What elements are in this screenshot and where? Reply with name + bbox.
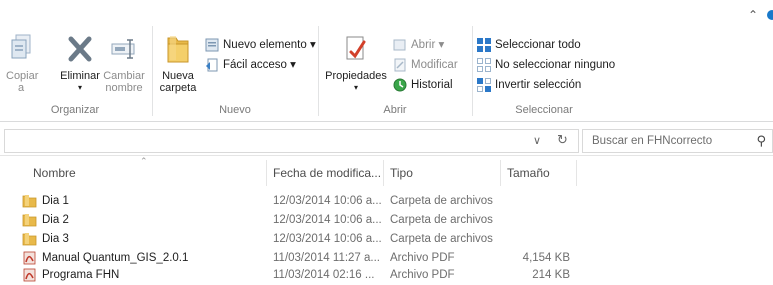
copy-to-icon [6,32,38,66]
group-nuevo: Nueva carpeta Nuevo elemento ▾ Fácil acc… [154,22,316,118]
pdf-icon [22,268,37,282]
open-button[interactable]: Abrir ▾ [392,36,444,54]
column-header-type[interactable]: Tipo [390,160,501,186]
file-date: 12/03/2014 10:06 a... [273,214,382,226]
delete-button[interactable]: Eliminar ▾ [58,32,102,94]
easy-access-button[interactable]: Fácil acceso ▾ [204,56,296,74]
list-item[interactable]: Programa FHN 11/03/2014 02:16 ... Archiv… [0,266,773,285]
help-icon[interactable] [767,10,773,20]
file-name: Dia 1 [42,195,69,207]
properties-icon [340,32,372,66]
delete-dropdown-icon: ▾ [77,83,82,92]
select-all-icon [476,37,492,53]
select-none-icon [476,57,492,73]
easy-access-icon [204,57,220,73]
group-label-abrir: Abrir [383,104,407,116]
properties-button[interactable]: Propiedades ▾ [324,32,388,94]
folder-icon [22,194,37,208]
edit-button[interactable]: Modificar [392,56,458,74]
column-header-name[interactable]: Nombre [33,160,267,186]
properties-dropdown-icon: ▾ [353,83,358,92]
select-none-button[interactable]: No seleccionar ninguno [476,56,615,74]
rename-icon [108,32,140,66]
edit-icon [392,57,408,73]
file-name: Programa FHN [42,269,120,281]
address-dropdown-icon[interactable]: ∨ [533,134,541,147]
group-label-organizar: Organizar [50,104,100,116]
copy-to-button[interactable]: Copiar a [6,32,38,94]
select-all-button[interactable]: Seleccionar todo [476,36,581,54]
ribbon-separator [472,26,473,116]
new-item-icon [204,37,220,53]
new-folder-button[interactable]: Nueva carpeta [158,32,198,94]
new-item-button[interactable]: Nuevo elemento ▾ [204,36,316,54]
group-label-nuevo: Nuevo [219,104,251,116]
search-input[interactable]: Buscar en FHNcorrecto ⚲ [582,129,773,153]
address-bar[interactable]: ∨ ↻ [4,129,579,153]
collapse-ribbon-icon[interactable]: ⌃ [745,8,761,22]
list-item[interactable]: Dia 2 12/03/2014 10:06 a... Carpeta de a… [0,211,773,230]
ribbon: ⌃ Copiar a Eliminar ▾ Cambiar nombre Org… [0,0,773,122]
pdf-icon [22,251,37,265]
file-type: Carpeta de archivos [390,214,493,226]
new-folder-icon [162,32,194,66]
file-type: Archivo PDF [390,269,455,281]
list-item[interactable]: Dia 1 12/03/2014 10:06 a... Carpeta de a… [0,192,773,211]
history-button[interactable]: Historial [392,76,453,94]
address-search-row: ∨ ↻ Buscar en FHNcorrecto ⚲ [0,126,773,156]
column-header-date[interactable]: Fecha de modifica... [273,160,384,186]
search-icon[interactable]: ⚲ [756,130,766,152]
file-type: Carpeta de archivos [390,195,493,207]
history-icon [392,77,408,93]
file-size: 214 KB [532,269,570,281]
file-name: Dia 2 [42,214,69,226]
group-abrir: Propiedades ▾ Abrir ▾ Modificar Historia… [320,22,470,118]
delete-x-icon [64,32,96,66]
group-seleccionar: Seleccionar todo No seleccionar ninguno … [474,22,615,118]
search-placeholder: Buscar en FHNcorrecto [592,135,713,147]
rename-button[interactable]: Cambiar nombre [102,32,146,94]
group-organizar: Copiar a Eliminar ▾ Cambiar nombre Organ… [0,22,150,118]
file-type: Carpeta de archivos [390,233,493,245]
file-date: 12/03/2014 10:06 a... [273,195,382,207]
folder-icon [22,213,37,227]
file-name: Dia 3 [42,233,69,245]
invert-selection-button[interactable]: Invertir selección [476,76,581,94]
invert-selection-icon [476,77,492,93]
group-label-seleccionar: Seleccionar [515,104,573,116]
file-date: 11/03/2014 02:16 ... [273,269,375,281]
column-header-size[interactable]: Tamaño [507,160,577,186]
ribbon-separator [152,26,153,116]
refresh-icon[interactable]: ↻ [557,132,568,148]
open-icon [392,37,408,53]
folder-icon [22,232,37,246]
file-date: 12/03/2014 10:06 a... [273,233,382,245]
list-item[interactable]: Dia 3 12/03/2014 10:06 a... Carpeta de a… [0,230,773,249]
ribbon-separator [318,26,319,116]
